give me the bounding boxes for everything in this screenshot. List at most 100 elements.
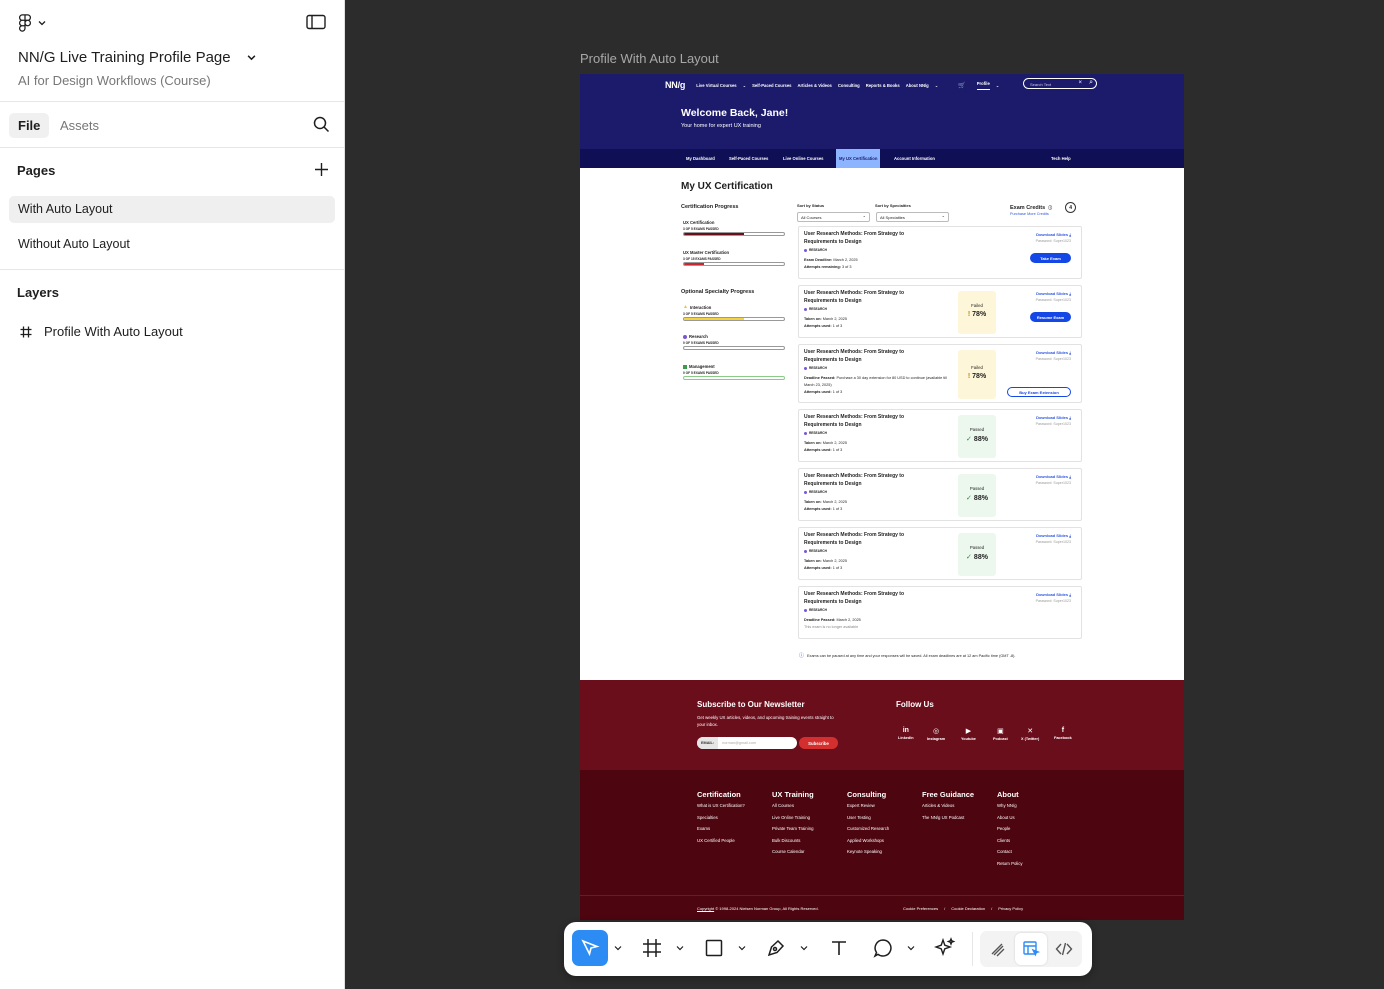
download-slides-link[interactable]: Download Slides ⤓ xyxy=(1036,592,1071,597)
download-slides-link[interactable]: Download Slides ⤓ xyxy=(1036,291,1071,296)
download-icon: ⤓ xyxy=(1069,232,1071,237)
subscribe-button[interactable]: Subscribe xyxy=(799,737,838,749)
progress-label-row: ▲ Interaction xyxy=(683,304,785,310)
footer-link[interactable]: UX Certified People xyxy=(697,838,757,844)
progress-bar xyxy=(683,262,785,266)
design-mode-button[interactable] xyxy=(1015,933,1047,965)
nav-item-reports[interactable]: Reports & Books xyxy=(866,83,900,88)
sort-spec-select[interactable]: All Specialties ⌄ xyxy=(876,212,949,222)
chevron-down-icon[interactable] xyxy=(614,944,622,952)
footer-link[interactable]: The NN/g UX Podcast xyxy=(922,815,977,821)
subnav-self-paced[interactable]: Self-Paced Courses xyxy=(726,149,771,168)
close-icon[interactable]: × xyxy=(1078,80,1082,86)
legal-link-cookie-decl[interactable]: Cookie Declaration xyxy=(951,906,985,911)
subnav-tech-help[interactable]: Tech Help xyxy=(1048,149,1074,168)
layer-item[interactable]: Profile With Auto Layout xyxy=(20,324,183,339)
footer-link[interactable]: About Us xyxy=(997,815,1057,821)
subnav-live-online[interactable]: Live Online Courses xyxy=(780,149,827,168)
footer-link[interactable]: Return Policy xyxy=(997,861,1057,867)
purchase-credits-link[interactable]: Purchase More Credits xyxy=(1010,212,1049,216)
tab-file[interactable]: File xyxy=(9,113,50,138)
download-slides-link[interactable]: Download Slides ⤓ xyxy=(1036,474,1071,479)
subnav-ux-certification[interactable]: My UX Certification xyxy=(836,149,881,168)
text-tool-button[interactable] xyxy=(821,930,857,966)
draw-mode-button[interactable] xyxy=(982,933,1014,965)
footer-link[interactable]: Bulk Discounts xyxy=(772,838,832,844)
footer-link[interactable]: Expert Review xyxy=(847,803,907,809)
social-x[interactable]: ✕ X (Twitter) xyxy=(1021,727,1039,741)
copyright-link[interactable]: Copyright xyxy=(697,906,714,911)
profile-frame[interactable]: NN/g Live Virtual Courses ⌄ Self-Paced Co… xyxy=(580,74,1184,920)
instagram-icon: ◎ xyxy=(933,728,940,735)
nav-item-live-virtual[interactable]: Live Virtual Courses xyxy=(696,83,736,88)
site-search-input[interactable]: Search Text × ⌕ xyxy=(1023,78,1097,89)
main-menu-button[interactable] xyxy=(18,14,46,32)
chevron-down-icon[interactable] xyxy=(800,944,808,952)
ai-tool-button[interactable] xyxy=(927,930,963,966)
chevron-down-icon[interactable] xyxy=(738,944,746,952)
footer-link[interactable]: Private Team Training xyxy=(772,826,832,832)
social-podcast[interactable]: ▣ Podcast xyxy=(993,727,1008,741)
footer-link[interactable]: Why NN/g xyxy=(997,803,1057,809)
exam-action-button[interactable]: Take Exam xyxy=(1030,253,1071,263)
footer-link[interactable]: All Courses xyxy=(772,803,832,809)
footer-link[interactable]: What is UX Certification? xyxy=(697,803,757,809)
legal-link-cookie-prefs[interactable]: Cookie Preferences xyxy=(903,906,938,911)
nav-profile[interactable]: Profile xyxy=(976,81,990,90)
comment-tool-button[interactable] xyxy=(865,930,901,966)
canvas[interactable]: Profile With Auto Layout NN/g Live Virtu… xyxy=(346,0,1384,989)
footer-link[interactable]: Live Online Training xyxy=(772,815,832,821)
file-title[interactable]: NN/G Live Training Profile Page xyxy=(18,49,256,66)
exam-action-button[interactable]: Resume Exam xyxy=(1030,312,1071,322)
chevron-down-icon[interactable] xyxy=(676,944,684,952)
social-facebook[interactable]: f Facebook xyxy=(1054,727,1072,740)
subnav-account[interactable]: Account Information xyxy=(891,149,938,168)
sort-status-select[interactable]: All Courses ⌄ xyxy=(797,212,870,222)
footer-link[interactable]: Specialties xyxy=(697,815,757,821)
cart-icon[interactable]: 🛒 xyxy=(958,82,965,89)
progress-management: Management 0 OF 5 EXAMS PASSED xyxy=(683,364,785,380)
nav-item-articles[interactable]: Articles & Videos xyxy=(797,83,831,88)
footer-link[interactable]: Exams xyxy=(697,826,757,832)
chevron-down-icon[interactable] xyxy=(907,944,915,952)
page-item-with-auto-layout[interactable]: With Auto Layout xyxy=(9,196,335,223)
footer-link[interactable]: Course Calendar xyxy=(772,849,832,855)
legal-link-privacy[interactable]: Privacy Policy xyxy=(998,906,1023,911)
download-slides-link[interactable]: Download Slides ⤓ xyxy=(1036,232,1071,237)
download-slides-link[interactable]: Download Slides ⤓ xyxy=(1036,350,1071,355)
nav-item-about[interactable]: About NN/g xyxy=(906,83,929,88)
download-slides-link[interactable]: Download Slides ⤓ xyxy=(1036,533,1071,538)
frame-tool-button[interactable] xyxy=(634,930,670,966)
search-icon[interactable]: ⌕ xyxy=(1089,79,1093,87)
move-tool-button[interactable] xyxy=(572,930,608,966)
site-logo[interactable]: NN/g xyxy=(665,80,685,90)
footer-link[interactable]: Clients xyxy=(997,838,1057,844)
add-page-button[interactable] xyxy=(314,162,329,182)
subnav-dashboard[interactable]: My Dashboard xyxy=(683,149,718,168)
page-item-without-auto-layout[interactable]: Without Auto Layout xyxy=(9,231,335,258)
footer-link[interactable]: Customized Research xyxy=(847,826,907,832)
social-linkedin[interactable]: in LinkedIn xyxy=(898,727,914,740)
pen-tool-button[interactable] xyxy=(758,930,794,966)
email-field[interactable]: EMAIL: norman@gmail.com xyxy=(697,737,797,749)
footer-link[interactable]: Articles & Videos xyxy=(922,803,977,809)
exam-action-button[interactable]: Buy Exam Extension xyxy=(1007,387,1071,397)
footer-link[interactable]: User Testing xyxy=(847,815,907,821)
footer-link[interactable]: Contact xyxy=(997,849,1057,855)
shape-tool-button[interactable] xyxy=(696,930,732,966)
nav-item-self-paced[interactable]: Self-Paced Courses xyxy=(752,83,791,88)
footer-link[interactable]: People xyxy=(997,826,1057,832)
footer-link[interactable]: Keynote Speaking xyxy=(847,849,907,855)
frame-label[interactable]: Profile With Auto Layout xyxy=(580,51,719,66)
social-youtube[interactable]: ▶ Youtube xyxy=(961,727,976,741)
footer-link[interactable]: Applied Workshops xyxy=(847,838,907,844)
tab-assets[interactable]: Assets xyxy=(51,113,108,138)
panel-toggle-button[interactable] xyxy=(306,14,326,35)
social-instagram[interactable]: ◎ Instagram xyxy=(927,727,945,741)
social-label: Instagram xyxy=(927,737,946,741)
dev-mode-button[interactable] xyxy=(1048,933,1080,965)
download-slides-link[interactable]: Download Slides ⤓ xyxy=(1036,415,1071,420)
search-button[interactable] xyxy=(313,116,330,138)
exam-title: User Research Methods: From Strategy to … xyxy=(804,591,905,605)
nav-item-consulting[interactable]: Consulting xyxy=(838,83,860,88)
